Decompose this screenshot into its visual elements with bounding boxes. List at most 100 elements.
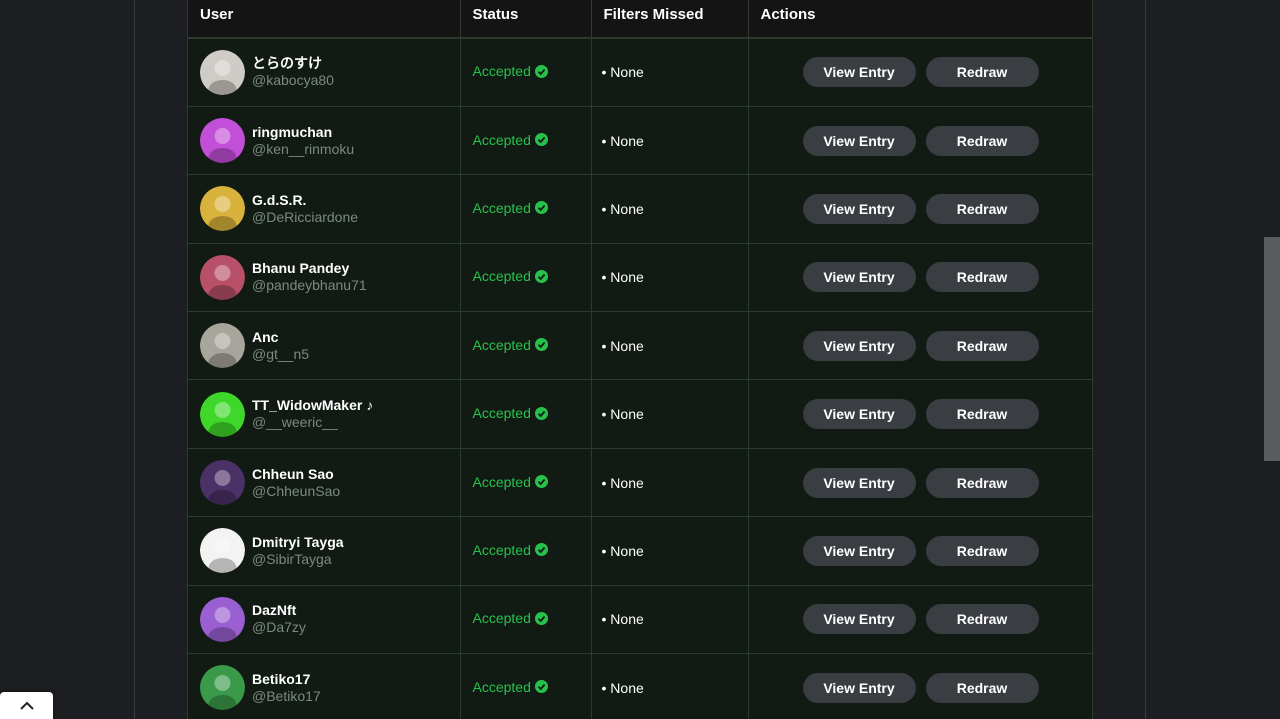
avatar-image bbox=[200, 323, 245, 369]
status-badge: Accepted bbox=[473, 63, 548, 79]
avatar-image bbox=[200, 49, 245, 95]
redraw-button[interactable]: Redraw bbox=[925, 125, 1039, 156]
view-entry-button[interactable]: View Entry bbox=[802, 535, 916, 566]
user-display-name: Bhanu Pandey bbox=[252, 260, 350, 277]
user-handle: @Da7zy bbox=[252, 619, 306, 636]
redraw-button[interactable]: Redraw bbox=[925, 330, 1039, 361]
header-actions: Actions bbox=[748, 0, 1092, 39]
avatar bbox=[200, 596, 245, 642]
table-row: Bhanu Pandey @pandeybhanu71 Accepted • N… bbox=[188, 243, 1092, 313]
table-row: DazNft @Da7zy Accepted • None View Entry… bbox=[188, 585, 1092, 655]
status-badge: Accepted bbox=[473, 132, 548, 148]
user-cell: Dmitryi Tayga @SibirTayga bbox=[188, 516, 461, 586]
filters-missed-cell: • None bbox=[591, 379, 749, 449]
filters-missed-cell: • None bbox=[591, 311, 749, 381]
actions-cell: View Entry Redraw bbox=[748, 516, 1092, 586]
back-to-top-button[interactable] bbox=[0, 692, 53, 719]
view-entry-button[interactable]: View Entry bbox=[802, 604, 916, 635]
user-handle: @Betiko17 bbox=[252, 687, 321, 704]
user-display-name: Betiko17 bbox=[252, 670, 311, 687]
view-entry-button[interactable]: View Entry bbox=[802, 125, 916, 156]
user-handle: @pandeybhanu71 bbox=[252, 277, 367, 294]
view-entry-button[interactable]: View Entry bbox=[802, 467, 916, 498]
actions-cell: View Entry Redraw bbox=[748, 653, 1092, 719]
avatar-image bbox=[200, 665, 245, 711]
chevron-up-icon bbox=[19, 701, 34, 710]
user-cell: Betiko17 @Betiko17 bbox=[188, 653, 461, 719]
user-handle: @__weeric__ bbox=[252, 414, 338, 431]
status-text: Accepted bbox=[472, 131, 531, 148]
user-display-name: Anc bbox=[252, 328, 279, 345]
avatar bbox=[200, 391, 245, 437]
user-handle: @gt__n5 bbox=[252, 345, 310, 362]
avatar-image bbox=[200, 596, 245, 642]
avatar-image bbox=[200, 528, 245, 574]
table-row: とらのすけ @kabocya80 Accepted • None View En… bbox=[188, 38, 1092, 107]
actions-cell: View Entry Redraw bbox=[748, 585, 1092, 655]
header-user: User bbox=[188, 0, 461, 39]
status-text: Accepted bbox=[472, 473, 531, 490]
filters-missed-cell: • None bbox=[591, 448, 749, 518]
user-cell: G.d.S.R. @DeRicciardone bbox=[188, 174, 461, 244]
status-text: Accepted bbox=[472, 199, 531, 216]
filters-missed-cell: • None bbox=[591, 38, 749, 107]
redraw-button[interactable]: Redraw bbox=[925, 604, 1039, 635]
scrollbar-thumb[interactable] bbox=[1264, 237, 1280, 461]
entries-table: User Status Filters Missed Actions とらのすけ… bbox=[188, 0, 1092, 719]
status-badge: Accepted bbox=[473, 474, 548, 490]
redraw-button[interactable]: Redraw bbox=[925, 399, 1039, 430]
status-badge: Accepted bbox=[473, 200, 548, 216]
redraw-button[interactable]: Redraw bbox=[925, 193, 1039, 224]
check-circle-icon bbox=[534, 611, 548, 625]
avatar bbox=[200, 186, 245, 232]
status-cell: Accepted bbox=[460, 516, 592, 586]
status-text: Accepted bbox=[472, 268, 531, 285]
user-display-name: とらのすけ bbox=[252, 55, 322, 72]
redraw-button[interactable]: Redraw bbox=[925, 57, 1039, 88]
table-row: Betiko17 @Betiko17 Accepted • None View … bbox=[188, 653, 1092, 719]
status-text: Accepted bbox=[472, 678, 531, 695]
user-cell: DazNft @Da7zy bbox=[188, 585, 461, 655]
avatar-image bbox=[200, 118, 245, 164]
table-body: とらのすけ @kabocya80 Accepted • None View En… bbox=[188, 38, 1092, 719]
actions-cell: View Entry Redraw bbox=[748, 174, 1092, 244]
status-text: Accepted bbox=[472, 610, 531, 627]
user-display-name: G.d.S.R. bbox=[252, 191, 307, 208]
user-cell: ringmuchan @ken__rinmoku bbox=[188, 106, 461, 176]
filters-missed-cell: • None bbox=[591, 174, 749, 244]
status-text: Accepted bbox=[472, 541, 531, 558]
actions-cell: View Entry Redraw bbox=[748, 38, 1092, 107]
status-cell: Accepted bbox=[460, 243, 592, 313]
table-header-row: User Status Filters Missed Actions bbox=[188, 0, 1092, 39]
status-cell: Accepted bbox=[460, 379, 592, 449]
table-row: Dmitryi Tayga @SibirTayga Accepted • Non… bbox=[188, 516, 1092, 586]
check-circle-icon bbox=[534, 269, 548, 283]
view-entry-button[interactable]: View Entry bbox=[802, 330, 916, 361]
avatar-image bbox=[200, 254, 245, 300]
check-circle-icon bbox=[534, 133, 548, 147]
redraw-button[interactable]: Redraw bbox=[925, 535, 1039, 566]
table-row: TT_WidowMaker ♪ @__weeric__ Accepted • N… bbox=[188, 379, 1092, 449]
avatar bbox=[200, 118, 245, 164]
check-circle-icon bbox=[534, 338, 548, 352]
table-row: Chheun Sao @ChheunSao Accepted • None Vi… bbox=[188, 448, 1092, 518]
view-entry-button[interactable]: View Entry bbox=[802, 57, 916, 88]
status-cell: Accepted bbox=[460, 448, 592, 518]
avatar-image bbox=[200, 186, 245, 232]
user-handle: @SibirTayga bbox=[252, 550, 332, 567]
status-cell: Accepted bbox=[460, 174, 592, 244]
view-entry-button[interactable]: View Entry bbox=[802, 672, 916, 703]
entries-table-container: User Status Filters Missed Actions とらのすけ… bbox=[187, 0, 1093, 719]
page: User Status Filters Missed Actions とらのすけ… bbox=[0, 0, 1280, 719]
redraw-button[interactable]: Redraw bbox=[925, 262, 1039, 293]
view-entry-button[interactable]: View Entry bbox=[802, 399, 916, 430]
status-cell: Accepted bbox=[460, 106, 592, 176]
filters-missed-cell: • None bbox=[591, 106, 749, 176]
redraw-button[interactable]: Redraw bbox=[925, 672, 1039, 703]
redraw-button[interactable]: Redraw bbox=[925, 467, 1039, 498]
view-entry-button[interactable]: View Entry bbox=[802, 193, 916, 224]
header-filters-missed: Filters Missed bbox=[591, 0, 749, 39]
status-cell: Accepted bbox=[460, 38, 592, 107]
view-entry-button[interactable]: View Entry bbox=[802, 262, 916, 293]
avatar-image bbox=[200, 460, 245, 506]
